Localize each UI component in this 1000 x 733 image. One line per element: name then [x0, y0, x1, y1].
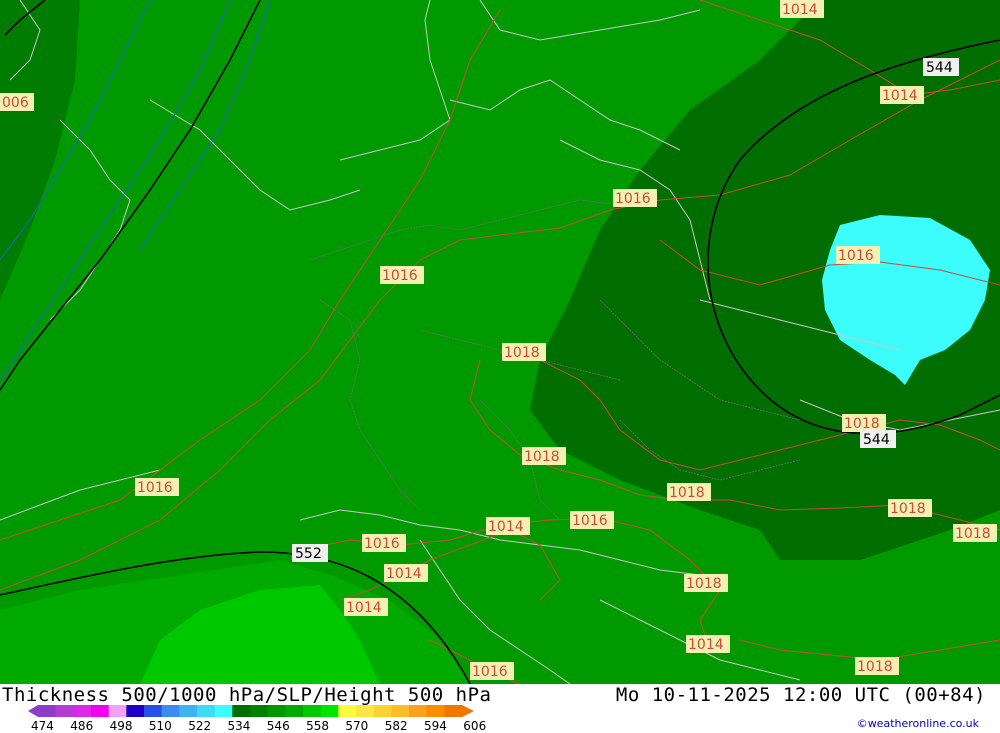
scale-swatch	[197, 705, 216, 717]
isobar-label: 1014	[880, 86, 924, 104]
scale-swatch	[285, 705, 304, 717]
isobar-label: 1016	[380, 266, 424, 284]
scale-swatch	[126, 705, 145, 717]
scale-swatch	[179, 705, 198, 717]
isobar-label: 1018	[953, 524, 997, 542]
isobar-label-text: 1016	[838, 248, 874, 264]
isobar-label-text: 1016	[137, 480, 173, 496]
scale-tick-label: 510	[149, 719, 172, 733]
scale-tick-label: 558	[306, 719, 329, 733]
scale-swatch	[38, 705, 57, 717]
height-label: 552	[292, 544, 328, 562]
scale-tick-label: 486	[70, 719, 93, 733]
isobar-label: 1018	[888, 499, 932, 517]
height-label-text: 544	[926, 60, 953, 76]
scale-swatch	[409, 705, 428, 717]
scale-swatch	[373, 705, 392, 717]
scale-swatch	[444, 705, 463, 717]
isobar-label-text: 1018	[955, 526, 991, 542]
scale-tick-label: 522	[188, 719, 211, 733]
scale-swatch	[73, 705, 92, 717]
isobar-label: 1016	[836, 246, 880, 264]
isobar-label-text: 1018	[844, 416, 880, 432]
isobar-label: 1016	[135, 478, 179, 496]
scale-swatch	[320, 705, 339, 717]
isobar-label-text: 1016	[382, 268, 418, 284]
isobar-label-text: 1014	[882, 88, 918, 104]
isobar-label-text: 1016	[572, 513, 608, 529]
isobar-label: 1018	[855, 657, 899, 675]
weather-map: 1014 1014 1016 1016 1016 1018 1018 1018 1018 1018…	[0, 0, 1000, 684]
isobar-label: 1014	[384, 564, 428, 582]
footer: Thickness 500/1000 hPa/SLP/Height 500 hP…	[0, 684, 1000, 733]
isobar-label-text: 006	[2, 95, 29, 111]
isobar-label-text: 1016	[615, 191, 651, 207]
scale-swatch	[426, 705, 445, 717]
scale-swatch	[55, 705, 74, 717]
credit-link[interactable]: ©weatheronline.co.uk	[857, 717, 979, 730]
isobar-label-text: 1014	[386, 566, 422, 582]
map-datetime: Mo 10-11-2025 12:00 UTC (00+84)	[615, 684, 986, 706]
isobar-label-text: 1018	[504, 345, 540, 361]
scale-tick-label: 594	[424, 719, 447, 733]
height-label-text: 552	[295, 546, 322, 562]
thickness-color-scale: 474 486 498 510 522 534 546 558 570 582 594 606	[28, 705, 486, 733]
isobar-label-text: 1014	[782, 2, 818, 18]
scale-swatch	[356, 705, 375, 717]
scale-swatch	[108, 705, 127, 717]
scale-swatch	[391, 705, 410, 717]
isobar-label-text: 1018	[524, 449, 560, 465]
isobar-label: 1016	[470, 662, 514, 680]
scale-swatch	[161, 705, 180, 717]
isobar-label-text: 1016	[364, 536, 400, 552]
height-label-text: 544	[863, 432, 890, 448]
isobar-label: 1016	[570, 511, 614, 529]
isobar-label-text: 1014	[688, 637, 724, 653]
scale-swatch	[250, 705, 269, 717]
map-title: Thickness 500/1000 hPa/SLP/Height 500 hP…	[2, 684, 492, 706]
isobar-label-text: 1014	[488, 519, 524, 535]
height-label: 544	[860, 430, 896, 448]
height-label: 544	[923, 58, 959, 76]
isobar-label-text: 1018	[890, 501, 926, 517]
scale-left-arrow	[28, 705, 38, 717]
isobar-label: 1018	[667, 483, 711, 501]
isobar-label-text: 1018	[857, 659, 893, 675]
isobar-label-text: 1014	[346, 600, 382, 616]
isobar-label: 1014	[344, 598, 388, 616]
scale-tick-label: 498	[110, 719, 133, 733]
scale-swatch	[214, 705, 233, 717]
scale-tick-label: 474	[31, 719, 54, 733]
isobar-label: 1016	[613, 189, 657, 207]
isobar-label-text: 1018	[686, 576, 722, 592]
isobar-label: 1014	[780, 0, 824, 18]
isobar-label-text: 1016	[472, 664, 508, 680]
isobar-label: 1014	[686, 635, 730, 653]
isobar-label: 1018	[842, 414, 886, 432]
scale-tick-label: 546	[267, 719, 290, 733]
isobar-label: 1018	[522, 447, 566, 465]
scale-tick-label: 606	[463, 719, 486, 733]
isobar-label: 1014	[486, 517, 530, 535]
isobar-label: 006	[0, 93, 34, 111]
isobar-label: 1016	[362, 534, 406, 552]
scale-right-arrow	[462, 705, 474, 717]
scale-swatch	[303, 705, 322, 717]
scale-tick-label: 534	[228, 719, 251, 733]
scale-swatch	[338, 705, 357, 717]
scale-swatch	[91, 705, 110, 717]
scale-swatch	[267, 705, 286, 717]
isobar-label: 1018	[502, 343, 546, 361]
scale-swatch	[232, 705, 251, 717]
scale-tick-label: 582	[385, 719, 408, 733]
isobar-label-text: 1018	[669, 485, 705, 501]
scale-swatch	[144, 705, 163, 717]
scale-tick-label: 570	[345, 719, 368, 733]
isobar-label: 1018	[684, 574, 728, 592]
